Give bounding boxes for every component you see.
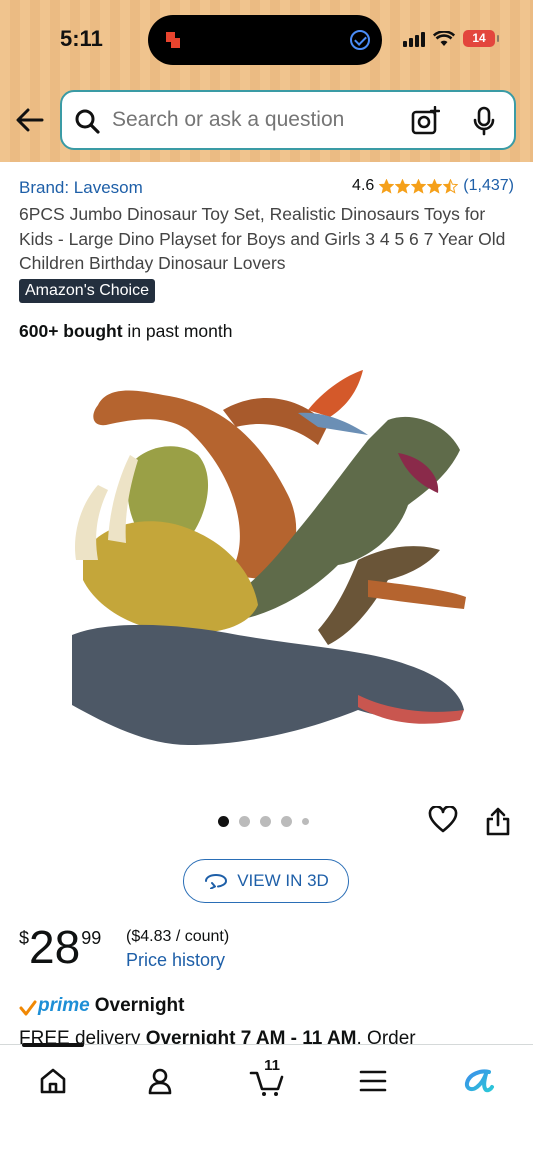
price-whole: 28 [29,921,81,973]
active-tab-indicator [22,1043,84,1047]
search-icon [75,109,100,134]
prime-logo: prime [38,995,90,1016]
prime-delivery: prime Overnight [19,995,184,1017]
price-history-link[interactable]: Price history [126,950,225,971]
nav-menu[interactable] [353,1061,393,1101]
dynamic-island [148,15,382,65]
view-in-3d-button[interactable]: VIEW IN 3D [183,859,349,903]
header: 5:11 14 [0,0,533,162]
star-icon [427,178,443,194]
carousel-dot[interactable] [260,816,271,827]
image-carousel-dots[interactable] [218,816,309,827]
bought-in-past-month: 600+ bought in past month [19,321,232,342]
status-time: 5:11 [60,26,103,51]
brand-link[interactable]: Brand: Lavesom [19,178,143,198]
price-symbol: $ [19,928,30,948]
star-icon [411,178,427,194]
star-icon [395,178,411,194]
prime-check-icon [19,1000,37,1016]
status-indicators: 14 [403,30,499,47]
cart-count-badge: 11 [264,1057,280,1074]
nav-home[interactable] [33,1061,73,1101]
menu-icon [359,1070,387,1092]
product-image[interactable] [68,365,466,763]
microphone-icon[interactable] [472,106,496,136]
rating-value: 4.6 [352,177,375,194]
unit-price: ($4.83 / count) [126,928,230,945]
nav-rufus[interactable] [459,1061,499,1101]
search-input[interactable] [112,108,412,132]
mosasaurus-figure [72,624,464,745]
star-icon [443,178,459,194]
search-bar[interactable] [60,90,516,150]
product-title: 6PCS Jumbo Dinosaur Toy Set, Realistic D… [19,204,506,273]
price: $ 28 99 [19,922,101,972]
check-icon [350,30,370,50]
share-icon[interactable] [486,806,510,836]
view-in-3d-label: VIEW IN 3D [237,871,329,890]
rating-count-link[interactable]: (1,437) [463,177,514,195]
price-fraction: 99 [81,928,102,948]
app-activity-icon [166,32,180,48]
rufus-icon [464,1069,494,1093]
carousel-dot[interactable] [281,816,292,827]
camera-search-icon[interactable] [410,106,440,136]
back-arrow-icon[interactable] [14,104,46,136]
rating-summary[interactable]: 4.6 (1,437) [352,177,514,195]
star-rating [379,178,459,194]
bought-count: 600+ bought [19,321,123,341]
delivery-speed: Overnight [94,995,185,1016]
bought-period: in past month [122,321,233,341]
heart-icon[interactable] [428,806,458,834]
carousel-dot[interactable] [239,816,250,827]
carousel-dot[interactable] [302,818,309,825]
wifi-icon [433,30,455,46]
cellular-signal-icon [403,31,425,47]
amazons-choice-badge[interactable]: Amazon's Choice [19,279,155,303]
battery-icon: 14 [463,30,499,47]
carousel-dot[interactable] [218,816,229,827]
star-icon [379,178,395,194]
home-icon [40,1068,66,1094]
account-icon [148,1068,172,1095]
rotate-3d-icon [205,873,228,889]
nav-account[interactable] [140,1061,180,1101]
